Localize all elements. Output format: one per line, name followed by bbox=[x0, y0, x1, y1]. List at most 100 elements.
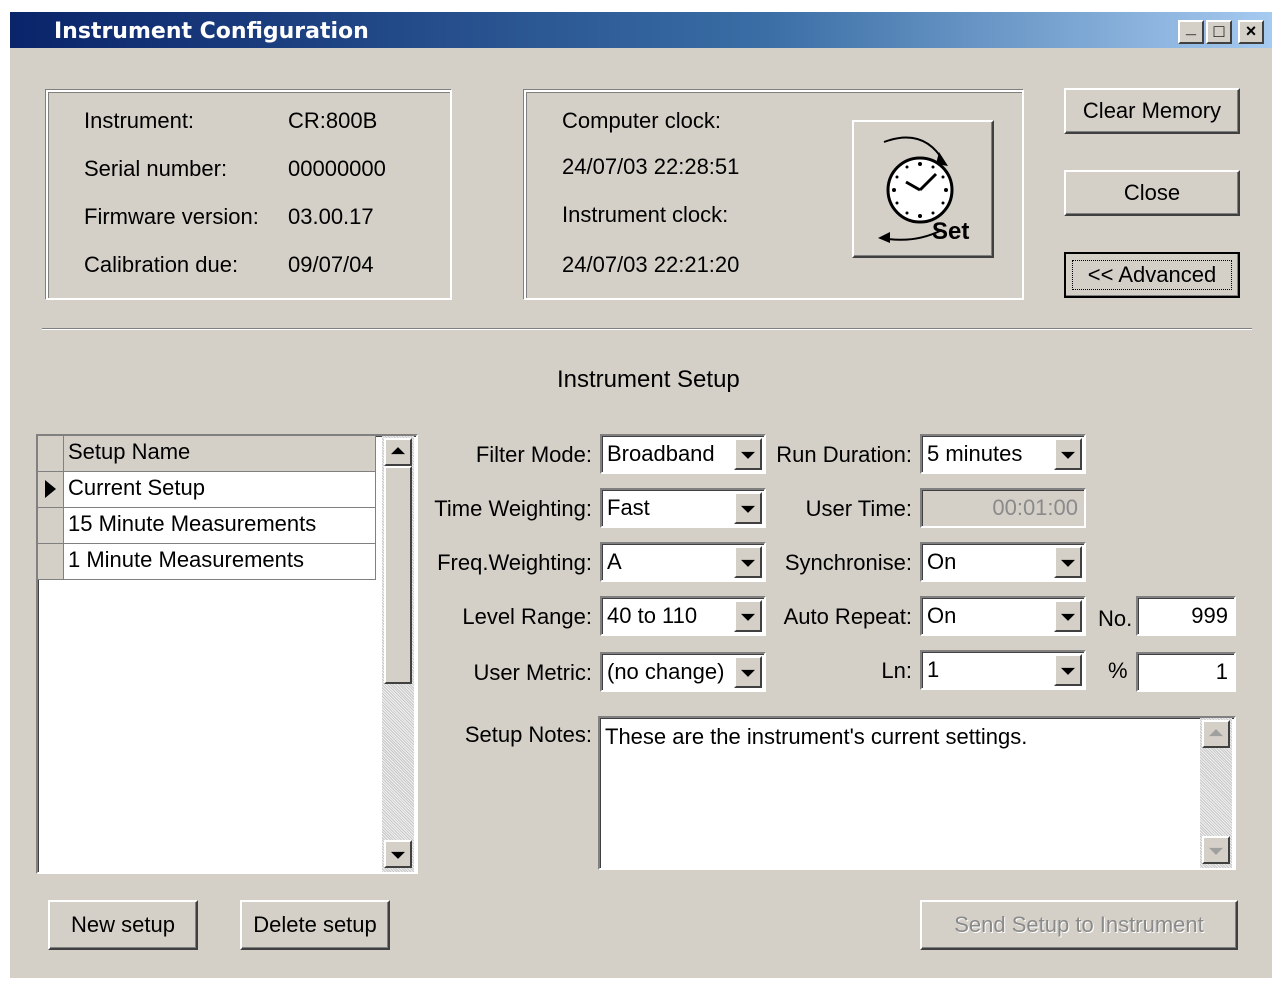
filter-mode-value: Broadband bbox=[607, 441, 715, 466]
close-icon: × bbox=[1245, 21, 1257, 41]
list-item-label: 15 Minute Measurements bbox=[68, 511, 317, 536]
user-time-label: User Time: bbox=[805, 496, 912, 521]
dropdown-arrow-button[interactable] bbox=[1054, 600, 1082, 632]
new-setup-button[interactable]: New setup bbox=[48, 900, 198, 950]
no-label: No. bbox=[1098, 606, 1133, 631]
notes-scroll-down-button[interactable] bbox=[1202, 836, 1230, 864]
close-label: Close bbox=[1123, 180, 1181, 205]
window-title: Instrument Configuration bbox=[54, 19, 369, 44]
setup-notes-label: Setup Notes: bbox=[464, 722, 592, 747]
minimize-button[interactable]: _ bbox=[1178, 18, 1204, 44]
dropdown-arrow-button[interactable] bbox=[734, 656, 762, 688]
time-weighting-label: Time Weighting: bbox=[434, 496, 592, 521]
computer-clock-label: Computer clock: bbox=[562, 108, 721, 133]
synchronise-dropdown[interactable]: On bbox=[920, 542, 1086, 582]
row-indicator bbox=[38, 472, 64, 508]
column-header-label: Setup Name bbox=[68, 439, 191, 464]
dropdown-arrow-button[interactable] bbox=[1054, 438, 1082, 470]
dropdown-arrow-button[interactable] bbox=[1054, 546, 1082, 578]
level-range-label: Level Range: bbox=[462, 604, 592, 629]
scroll-down-button[interactable] bbox=[384, 840, 412, 868]
auto-repeat-label: Auto Repeat: bbox=[783, 604, 912, 629]
setup-list[interactable]: Setup Name Current Setup 15 Minute Measu… bbox=[36, 434, 418, 874]
row-indicator bbox=[38, 508, 64, 544]
firmware-version-value: 03.00.17 bbox=[288, 204, 374, 229]
computer-clock-value: 24/07/03 22:28:51 bbox=[562, 154, 740, 179]
list-item[interactable]: Current Setup bbox=[64, 472, 376, 508]
row-indicator bbox=[38, 544, 64, 580]
level-range-dropdown[interactable]: 40 to 110 bbox=[600, 596, 766, 636]
ln-label: Ln: bbox=[881, 658, 912, 683]
chevron-down-icon bbox=[741, 613, 755, 621]
chevron-down-icon bbox=[741, 559, 755, 567]
scroll-down-icon bbox=[391, 851, 405, 859]
header-indicator-cell bbox=[38, 436, 64, 472]
clear-memory-button[interactable]: Clear Memory bbox=[1064, 88, 1240, 134]
column-header-setup-name[interactable]: Setup Name bbox=[64, 436, 376, 472]
chevron-down-icon bbox=[741, 505, 755, 513]
send-setup-button[interactable]: Send Setup to Instrument bbox=[920, 900, 1238, 950]
set-label: Set bbox=[932, 218, 970, 245]
clock-icon bbox=[878, 136, 954, 243]
maximize-button[interactable]: □ bbox=[1206, 20, 1232, 44]
chevron-down-icon bbox=[1061, 451, 1075, 459]
send-setup-label: Send Setup to Instrument bbox=[954, 912, 1204, 937]
level-range-value: 40 to 110 bbox=[607, 603, 698, 628]
percent-input[interactable]: 1 bbox=[1136, 652, 1236, 692]
serial-number-value: 00000000 bbox=[288, 156, 386, 181]
run-duration-dropdown[interactable]: 5 minutes bbox=[920, 434, 1086, 474]
notes-scroll-up-button[interactable] bbox=[1202, 720, 1230, 748]
list-item[interactable]: 15 Minute Measurements bbox=[64, 508, 376, 544]
chevron-down-icon bbox=[1061, 559, 1075, 567]
percent-label: % bbox=[1108, 658, 1128, 683]
run-duration-label: Run Duration: bbox=[776, 442, 912, 467]
auto-repeat-value: On bbox=[927, 603, 957, 628]
user-metric-dropdown[interactable]: (no change) bbox=[600, 652, 766, 692]
freq-weighting-value: A bbox=[607, 549, 622, 574]
setup-notes-textarea[interactable]: These are the instrument's current setti… bbox=[598, 716, 1236, 870]
repeat-count-value: 999 bbox=[1191, 603, 1228, 628]
title-bar: Instrument Configuration _ □ × bbox=[10, 12, 1272, 48]
repeat-count-input[interactable]: 999 bbox=[1136, 596, 1236, 636]
instrument-label: Instrument: bbox=[84, 108, 195, 133]
scroll-up-icon bbox=[1209, 729, 1223, 737]
percent-value: 1 bbox=[1215, 659, 1228, 684]
instrument-clock-value: 24/07/03 22:21:20 bbox=[562, 252, 740, 277]
user-metric-label: User Metric: bbox=[473, 660, 592, 685]
dropdown-arrow-button[interactable] bbox=[734, 600, 762, 632]
instrument-value: CR:800B bbox=[288, 108, 378, 133]
clear-memory-label: Clear Memory bbox=[1082, 98, 1222, 123]
setup-notes-value: These are the instrument's current setti… bbox=[605, 724, 1028, 749]
dropdown-arrow-button[interactable] bbox=[734, 546, 762, 578]
delete-setup-label: Delete setup bbox=[253, 912, 377, 937]
ln-dropdown[interactable]: 1 bbox=[920, 650, 1086, 690]
time-weighting-value: Fast bbox=[607, 495, 650, 520]
current-row-arrow-icon bbox=[45, 480, 56, 498]
list-item[interactable]: 1 Minute Measurements bbox=[64, 544, 376, 580]
scroll-down-icon bbox=[1209, 847, 1223, 855]
chevron-down-icon bbox=[1061, 667, 1075, 675]
calibration-due-label: Calibration due: bbox=[84, 252, 239, 277]
freq-weighting-dropdown[interactable]: A bbox=[600, 542, 766, 582]
dropdown-arrow-button[interactable] bbox=[734, 492, 762, 524]
user-metric-value: (no change) bbox=[607, 659, 725, 684]
list-item-label: Current Setup bbox=[68, 475, 205, 500]
divider bbox=[42, 328, 1252, 330]
user-time-value: 00:01:00 bbox=[992, 495, 1078, 520]
dropdown-arrow-button[interactable] bbox=[1054, 654, 1082, 686]
freq-weighting-label: Freq.Weighting: bbox=[437, 550, 592, 575]
dropdown-arrow-button[interactable] bbox=[734, 438, 762, 470]
set-clock-button[interactable]: Set bbox=[852, 120, 994, 258]
user-time-field[interactable]: 00:01:00 bbox=[920, 488, 1086, 528]
chevron-down-icon bbox=[741, 451, 755, 459]
close-window-button[interactable]: × bbox=[1238, 20, 1264, 44]
advanced-button[interactable]: << Advanced bbox=[1064, 252, 1240, 298]
auto-repeat-dropdown[interactable]: On bbox=[920, 596, 1086, 636]
chevron-down-icon bbox=[741, 669, 755, 677]
time-weighting-dropdown[interactable]: Fast bbox=[600, 488, 766, 528]
instrument-clock-label: Instrument clock: bbox=[562, 202, 729, 227]
filter-mode-dropdown[interactable]: Broadband bbox=[600, 434, 766, 474]
delete-setup-button[interactable]: Delete setup bbox=[240, 900, 390, 950]
filter-mode-label: Filter Mode: bbox=[475, 442, 592, 467]
close-button[interactable]: Close bbox=[1064, 170, 1240, 216]
